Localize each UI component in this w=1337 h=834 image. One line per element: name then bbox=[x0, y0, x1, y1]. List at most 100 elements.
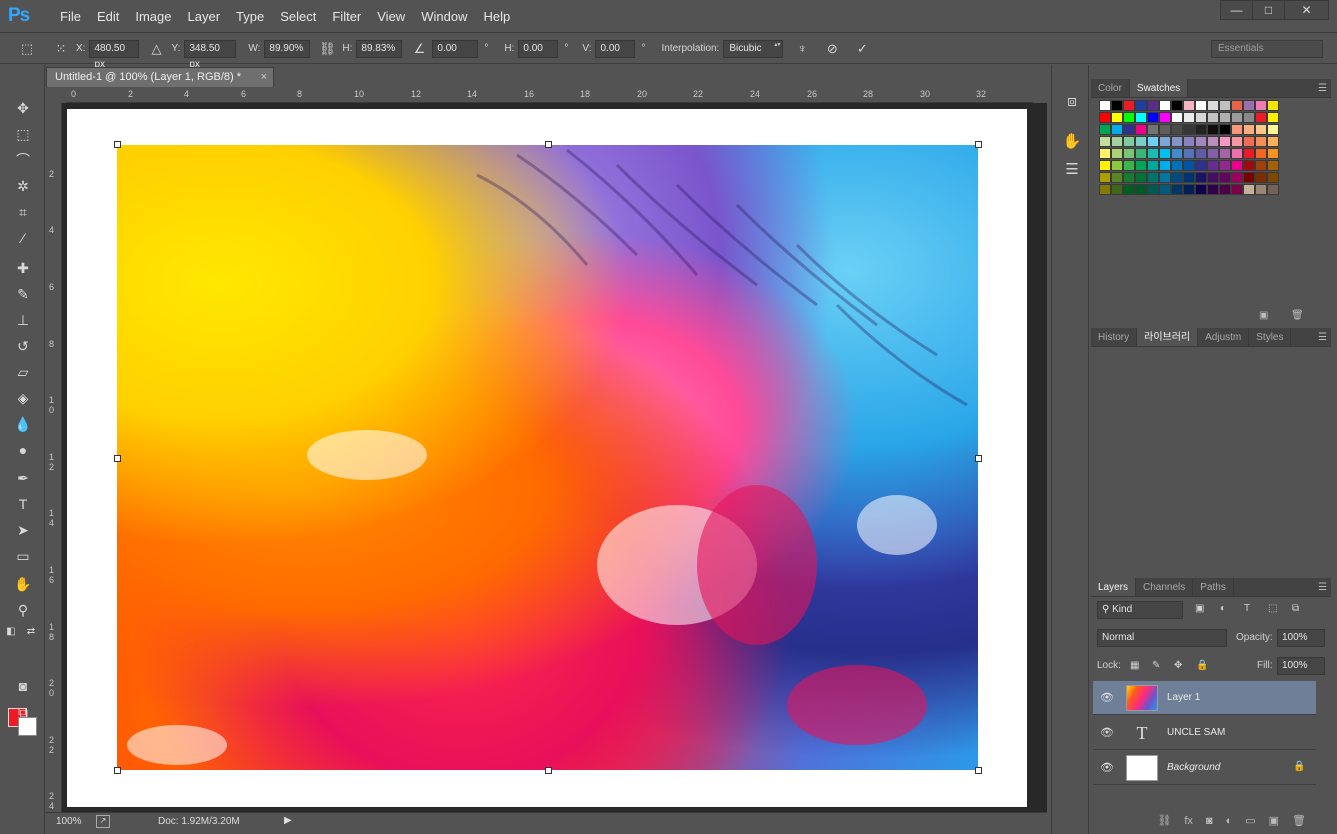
adjustments-sliders-icon[interactable]: ☰ bbox=[1061, 159, 1083, 181]
panel-menu-icon[interactable]: ☰ bbox=[1318, 79, 1327, 98]
color-swatch[interactable] bbox=[1219, 184, 1231, 195]
panel-menu-icon[interactable]: ☰ bbox=[1318, 328, 1327, 347]
color-swatch[interactable] bbox=[1147, 184, 1159, 195]
color-swatch[interactable] bbox=[1207, 124, 1219, 135]
color-swatch[interactable] bbox=[1159, 160, 1171, 171]
color-swatch[interactable] bbox=[1147, 100, 1159, 111]
color-swatch[interactable] bbox=[1267, 172, 1279, 183]
color-swatch[interactable] bbox=[1267, 184, 1279, 195]
screen-mode-icon[interactable]: ⧉ bbox=[12, 701, 34, 723]
cancel-transform-icon[interactable]: ⊘ bbox=[823, 40, 841, 58]
brush-presets-icon[interactable]: ✋ bbox=[1061, 131, 1083, 153]
color-swatch[interactable] bbox=[1159, 112, 1171, 123]
color-swatch[interactable] bbox=[1267, 112, 1279, 123]
width-field[interactable]: 89.90% bbox=[264, 39, 311, 58]
pen-tool-icon[interactable]: ✒ bbox=[12, 467, 34, 489]
color-swatch[interactable] bbox=[1111, 184, 1123, 195]
color-swatch[interactable] bbox=[1183, 184, 1195, 195]
color-swatch[interactable] bbox=[1171, 160, 1183, 171]
commit-transform-icon[interactable]: ✓ bbox=[853, 40, 871, 58]
color-swatch[interactable] bbox=[1111, 160, 1123, 171]
history-brush-tool-icon[interactable]: ↺ bbox=[12, 335, 34, 357]
panel-menu-icon[interactable]: ☰ bbox=[1318, 578, 1327, 597]
color-swatch[interactable] bbox=[1219, 160, 1231, 171]
tab-close-icon[interactable]: × bbox=[261, 68, 267, 86]
color-swatch[interactable] bbox=[1123, 160, 1135, 171]
warp-icon[interactable]: ♆ bbox=[793, 40, 811, 58]
color-swatch[interactable] bbox=[1219, 124, 1231, 135]
color-swatch[interactable] bbox=[1159, 184, 1171, 195]
color-swatch[interactable] bbox=[1171, 148, 1183, 159]
transform-handle[interactable] bbox=[975, 455, 982, 462]
filter-type-icon[interactable]: T bbox=[1244, 603, 1250, 614]
menu-image[interactable]: Image bbox=[127, 0, 179, 33]
menu-edit[interactable]: Edit bbox=[89, 0, 127, 33]
color-swatch[interactable] bbox=[1147, 172, 1159, 183]
color-swatch[interactable] bbox=[1207, 136, 1219, 147]
tab-adjustments[interactable]: Adjustm bbox=[1198, 328, 1250, 346]
color-swatch[interactable] bbox=[1099, 172, 1111, 183]
tab-styles[interactable]: Styles bbox=[1249, 328, 1292, 346]
workspace-select[interactable]: Essentials bbox=[1211, 40, 1323, 58]
color-swatch[interactable] bbox=[1207, 100, 1219, 111]
filter-pixel-icon[interactable]: ▣ bbox=[1195, 603, 1204, 614]
color-swatch[interactable] bbox=[1255, 160, 1267, 171]
color-swatch[interactable] bbox=[1195, 124, 1207, 135]
paint-bucket-tool-icon[interactable]: ◈ bbox=[12, 387, 34, 409]
marquee-tool-icon[interactable]: ⬚ bbox=[12, 123, 34, 145]
transform-handle[interactable] bbox=[975, 141, 982, 148]
transform-handle[interactable] bbox=[114, 455, 121, 462]
minimize-button[interactable]: — bbox=[1220, 0, 1253, 20]
color-swatch[interactable] bbox=[1147, 124, 1159, 135]
color-swatch[interactable] bbox=[1231, 172, 1243, 183]
menu-filter[interactable]: Filter bbox=[324, 0, 369, 33]
color-swatch[interactable] bbox=[1135, 184, 1147, 195]
color-swatch[interactable] bbox=[1255, 136, 1267, 147]
color-swatch[interactable] bbox=[1243, 172, 1255, 183]
lock-all-icon[interactable]: 🔒 bbox=[1196, 660, 1208, 671]
eraser-tool-icon[interactable]: ▱ bbox=[12, 361, 34, 383]
swap-colors-icon[interactable]: ⇄ bbox=[24, 621, 38, 643]
transform-tool-icon[interactable]: ⬚ bbox=[18, 40, 36, 58]
color-swatch[interactable] bbox=[1099, 100, 1111, 111]
document-tab[interactable]: Untitled-1 @ 100% (Layer 1, RGB/8) * × bbox=[46, 67, 274, 87]
transform-handle[interactable] bbox=[114, 767, 121, 774]
angle-field[interactable]: 0.00 bbox=[432, 39, 479, 58]
color-swatch[interactable] bbox=[1219, 172, 1231, 183]
height-field[interactable]: 89.83% bbox=[356, 39, 403, 58]
color-swatch[interactable] bbox=[1123, 184, 1135, 195]
color-swatch[interactable] bbox=[1123, 124, 1135, 135]
type-tool-icon[interactable]: T bbox=[12, 493, 34, 515]
color-swatch[interactable] bbox=[1135, 172, 1147, 183]
color-swatch[interactable] bbox=[1171, 124, 1183, 135]
color-swatch[interactable] bbox=[1147, 148, 1159, 159]
color-swatch[interactable] bbox=[1219, 100, 1231, 111]
color-swatch[interactable] bbox=[1255, 112, 1267, 123]
magic-wand-tool-icon[interactable]: ✲ bbox=[12, 175, 34, 197]
color-swatch[interactable] bbox=[1243, 184, 1255, 195]
share-icon[interactable]: ↗ bbox=[96, 815, 110, 828]
color-swatch[interactable] bbox=[1099, 124, 1111, 135]
color-swatch[interactable] bbox=[1147, 136, 1159, 147]
color-swatch[interactable] bbox=[1243, 100, 1255, 111]
color-swatch[interactable] bbox=[1135, 160, 1147, 171]
move-tool-icon[interactable]: ✥ bbox=[12, 97, 34, 119]
menu-view[interactable]: View bbox=[369, 0, 413, 33]
menu-select[interactable]: Select bbox=[272, 0, 324, 33]
hand-tool-icon[interactable]: ✋ bbox=[12, 573, 34, 595]
color-swatch[interactable] bbox=[1171, 100, 1183, 111]
color-swatch[interactable] bbox=[1135, 100, 1147, 111]
menu-help[interactable]: Help bbox=[475, 0, 518, 33]
new-group-icon[interactable]: ▭ bbox=[1245, 812, 1255, 832]
zoom-tool-icon[interactable]: ⚲ bbox=[12, 599, 34, 621]
color-swatch[interactable] bbox=[1159, 172, 1171, 183]
color-swatch[interactable] bbox=[1135, 148, 1147, 159]
clone-stamp-tool-icon[interactable]: ⊥ bbox=[12, 309, 34, 331]
transform-handle[interactable] bbox=[975, 767, 982, 774]
lock-pixels-icon[interactable]: ✎ bbox=[1152, 660, 1160, 671]
color-swatch[interactable] bbox=[1159, 136, 1171, 147]
color-swatch[interactable] bbox=[1195, 136, 1207, 147]
color-swatch[interactable] bbox=[1243, 124, 1255, 135]
color-swatch[interactable] bbox=[1111, 172, 1123, 183]
color-swatch[interactable] bbox=[1195, 184, 1207, 195]
